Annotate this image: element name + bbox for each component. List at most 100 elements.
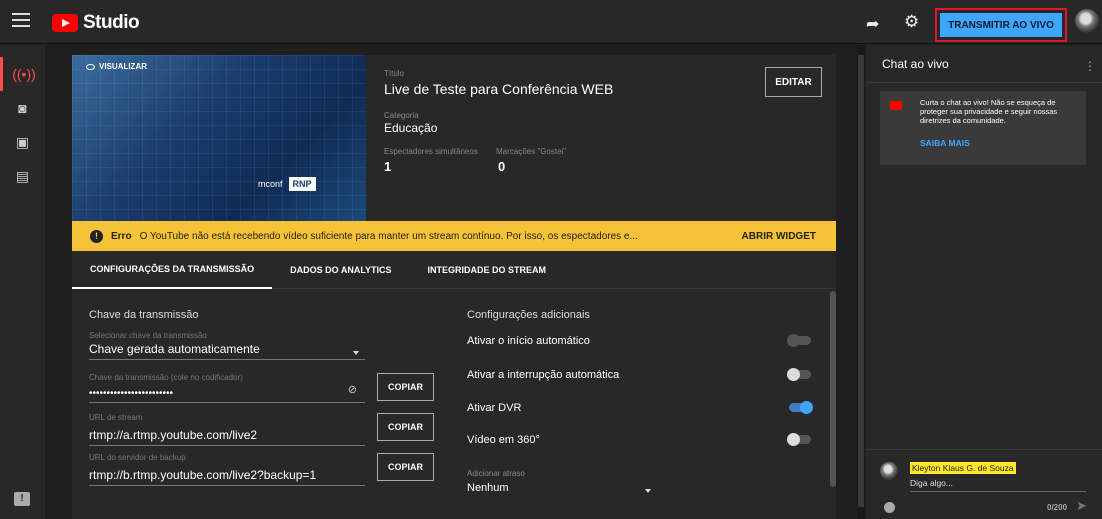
- switch-knob: [787, 433, 800, 446]
- more-options-icon[interactable]: ⋮: [1084, 59, 1096, 73]
- rnp-logo: RNP: [288, 177, 316, 191]
- copy-stream-url-button[interactable]: COPIAR: [377, 413, 434, 441]
- chevron-down-icon: [353, 351, 359, 355]
- copy-stream-key-button[interactable]: COPIAR: [377, 373, 434, 401]
- stream-key-section-title: Chave da transmissão: [89, 309, 199, 321]
- camera-nav-icon[interactable]: ◙: [0, 91, 45, 125]
- stream-title: Live de Teste para Conferência WEB: [384, 81, 614, 97]
- stream-summary-card: VISUALIZAR mconf RNP Título Live de Test…: [72, 55, 836, 223]
- stream-key-field[interactable]: Chave da transmissão (cole no codificado…: [89, 373, 365, 403]
- stream-key-select-value: Chave gerada automaticamente: [89, 342, 260, 356]
- tab-analytics[interactable]: DADOS DO ANALYTICS: [272, 251, 409, 289]
- switch-knob: [800, 401, 813, 414]
- toggle-360-video[interactable]: Vídeo em 360°: [467, 433, 811, 446]
- error-icon: !: [90, 229, 103, 243]
- send-icon[interactable]: ➤: [1076, 498, 1087, 514]
- live-button-highlight: TRANSMITIR AO VIVO: [935, 8, 1067, 42]
- stream-key-select[interactable]: Selecionar chave da transmissão Chave ge…: [89, 331, 365, 360]
- mconf-logo: mconf: [258, 179, 283, 189]
- youtube-icon: [890, 101, 902, 110]
- viewers-label: Espectadores simultâneos: [384, 147, 478, 156]
- additional-settings-title: Configurações adicionais: [467, 309, 590, 321]
- stream-tabs: CONFIGURAÇÕES DA TRANSMISSÃO DADOS DO AN…: [72, 251, 836, 289]
- copy-backup-url-button[interactable]: COPIAR: [377, 453, 434, 481]
- likes-count: 0: [498, 159, 506, 174]
- chat-notice-text: Curta o chat ao vivo! Não se esqueça de …: [920, 98, 1058, 125]
- eye-icon: [86, 63, 95, 70]
- title-label: Título: [384, 69, 405, 78]
- top-bar: Studio ➦ ⚙ TRANSMITIR AO VIVO: [0, 0, 1102, 44]
- app-title: Studio: [83, 12, 140, 33]
- char-count: 0/200: [1047, 503, 1068, 512]
- preview-label: VISUALIZAR: [86, 62, 147, 71]
- settings-scrollbar[interactable]: [830, 291, 836, 487]
- stream-url-value: rtmp://a.rtmp.youtube.com/live2: [89, 428, 258, 442]
- emoji-icon[interactable]: [884, 502, 895, 513]
- stream-url-field[interactable]: URL de stream rtmp://a.rtmp.youtube.com/…: [89, 413, 365, 446]
- user-avatar: [880, 462, 898, 480]
- viewers-count: 1: [384, 159, 392, 174]
- auto-stop-switch[interactable]: [787, 368, 811, 381]
- toggle-auto-start[interactable]: Ativar o início automático: [467, 334, 811, 347]
- open-widget-button[interactable]: ABRIR WIDGET: [742, 231, 816, 242]
- delay-value: Nenhum: [467, 482, 509, 494]
- stream-key-value: ••••••••••••••••••••••••: [89, 388, 174, 399]
- stream-category: Educação: [384, 121, 438, 135]
- dvr-label: Ativar DVR: [467, 402, 522, 414]
- auto-start-label: Ativar o início automático: [467, 335, 590, 347]
- tab-stream-settings[interactable]: CONFIGURAÇÕES DA TRANSMISSÃO: [72, 251, 273, 289]
- toggle-dvr[interactable]: Ativar DVR: [467, 401, 813, 414]
- account-avatar[interactable]: [1075, 9, 1099, 33]
- switch-knob: [787, 368, 800, 381]
- live-chat-panel: Chat ao vivo ⋮ Curta o chat ao vivo! Não…: [866, 45, 1102, 519]
- likes-label: Marcações "Gostei": [496, 147, 567, 156]
- stream-key-select-label: Selecionar chave da transmissão: [89, 331, 207, 340]
- delay-label: Adicionar atraso: [467, 469, 525, 478]
- go-live-button[interactable]: TRANSMITIR AO VIVO: [940, 13, 1062, 37]
- error-banner: ! Erro O YouTube não está recebendo víde…: [72, 221, 836, 251]
- error-title: Erro: [111, 230, 132, 242]
- stream-settings-panel: Chave da transmissão Selecionar chave da…: [72, 289, 836, 519]
- calendar-nav-icon[interactable]: ▣: [0, 125, 45, 159]
- visibility-off-icon[interactable]: ⊘: [348, 383, 357, 396]
- preview-label-text: VISUALIZAR: [99, 62, 147, 71]
- manage-nav-icon[interactable]: ▤: [0, 159, 45, 193]
- delay-select[interactable]: Adicionar atraso Nenhum: [467, 469, 657, 494]
- auto-start-switch[interactable]: [787, 334, 811, 347]
- backup-url-field[interactable]: URL do servidor de backup rtmp://b.rtmp.…: [89, 453, 365, 486]
- stream-key-label: Chave da transmissão (cole no codificado…: [89, 373, 243, 382]
- live-stream-nav-icon[interactable]: ((•)): [0, 57, 45, 91]
- stream-preview[interactable]: VISUALIZAR mconf RNP: [72, 55, 366, 223]
- main-content: VISUALIZAR mconf RNP Título Live de Test…: [45, 45, 857, 519]
- preview-logos: mconf RNP: [258, 177, 316, 191]
- feedback-icon[interactable]: !: [14, 492, 30, 506]
- category-label: Categoria: [384, 111, 419, 120]
- page-scrollbar-thumb[interactable]: [858, 55, 864, 507]
- error-message: O YouTube não está recebendo vídeo sufic…: [139, 230, 638, 242]
- chat-user-name: Kleyton Klaus G. de Souza: [910, 462, 1016, 474]
- video-360-label: Vídeo em 360°: [467, 434, 540, 446]
- toggle-auto-stop[interactable]: Ativar a interrupção automática: [467, 368, 811, 381]
- stream-url-label: URL de stream: [89, 413, 143, 422]
- chat-message-input[interactable]: Diga algo...: [910, 478, 1086, 492]
- tab-stream-health[interactable]: INTEGRIDADE DO STREAM: [410, 251, 565, 289]
- share-icon[interactable]: ➦: [866, 14, 879, 34]
- page-scrollbar[interactable]: [857, 45, 865, 519]
- chat-notice: Curta o chat ao vivo! Não se esqueça de …: [880, 91, 1086, 165]
- studio-logo[interactable]: Studio: [52, 12, 140, 34]
- dvr-switch[interactable]: [789, 401, 813, 414]
- switch-knob: [787, 334, 800, 347]
- auto-stop-label: Ativar a interrupção automática: [467, 369, 620, 381]
- edit-button[interactable]: EDITAR: [765, 67, 822, 97]
- backup-url-label: URL do servidor de backup: [89, 453, 186, 462]
- video-360-switch[interactable]: [787, 433, 811, 446]
- chat-title: Chat ao vivo: [882, 56, 949, 71]
- left-sidebar: ((•)) ◙ ▣ ▤ !: [0, 45, 45, 519]
- chevron-down-icon: [645, 489, 651, 493]
- chat-header: Chat ao vivo: [866, 45, 1102, 83]
- chat-compose: Kleyton Klaus G. de Souza Diga algo... 0…: [866, 449, 1102, 519]
- gear-icon[interactable]: ⚙: [904, 12, 919, 32]
- learn-more-link[interactable]: SAIBA MAIS: [920, 138, 970, 148]
- menu-icon[interactable]: [12, 13, 30, 27]
- backup-url-value: rtmp://b.rtmp.youtube.com/live2?backup=1: [89, 468, 317, 482]
